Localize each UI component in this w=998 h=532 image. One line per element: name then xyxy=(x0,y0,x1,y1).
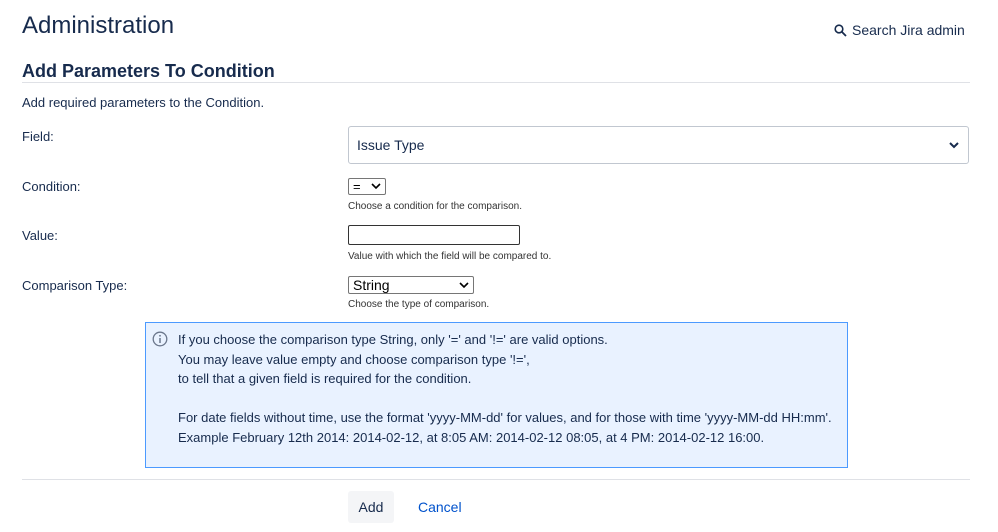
comparison-type-label: Comparison Type: xyxy=(22,278,128,293)
search-icon xyxy=(834,23,847,37)
info-icon xyxy=(152,331,168,347)
condition-label: Condition: xyxy=(22,179,81,194)
comparison-type-select[interactable]: String xyxy=(348,276,474,294)
info-line: to tell that a given field is required f… xyxy=(178,371,472,386)
info-line: You may leave value empty and choose com… xyxy=(178,351,530,367)
chevron-down-icon xyxy=(371,183,381,190)
cancel-link[interactable]: Cancel xyxy=(418,499,462,515)
search-label: Search Jira admin xyxy=(852,22,965,38)
value-help: Value with which the field will be compa… xyxy=(348,251,552,262)
divider xyxy=(22,82,970,83)
chevron-down-icon xyxy=(949,142,959,149)
condition-select[interactable]: = xyxy=(348,178,386,195)
comparison-type-value: String xyxy=(353,277,390,293)
divider xyxy=(22,479,970,480)
info-message: If you choose the comparison type String… xyxy=(145,322,848,468)
comparison-type-help: Choose the type of comparison. xyxy=(348,299,490,310)
add-button[interactable]: Add xyxy=(348,491,394,523)
info-line: If you choose the comparison type String… xyxy=(178,332,608,347)
value-label: Value: xyxy=(22,228,58,243)
info-line: For date fields without time, use the fo… xyxy=(178,410,832,425)
value-input[interactable] xyxy=(348,225,520,245)
form-title: Add Parameters To Condition xyxy=(22,61,275,81)
form-description: Add required parameters to the Condition… xyxy=(22,95,265,110)
field-label: Field: xyxy=(22,129,54,144)
condition-help: Choose a condition for the comparison. xyxy=(348,201,522,212)
chevron-down-icon xyxy=(459,281,469,288)
field-select-value: Issue Type xyxy=(357,137,425,153)
info-line: Example February 12th 2014: 2014-02-12, … xyxy=(178,429,765,445)
field-select[interactable]: Issue Type xyxy=(348,126,969,164)
condition-select-value: = xyxy=(353,179,361,194)
page-title: Administration xyxy=(22,12,175,39)
search-admin-link[interactable]: Search Jira admin xyxy=(834,22,965,38)
